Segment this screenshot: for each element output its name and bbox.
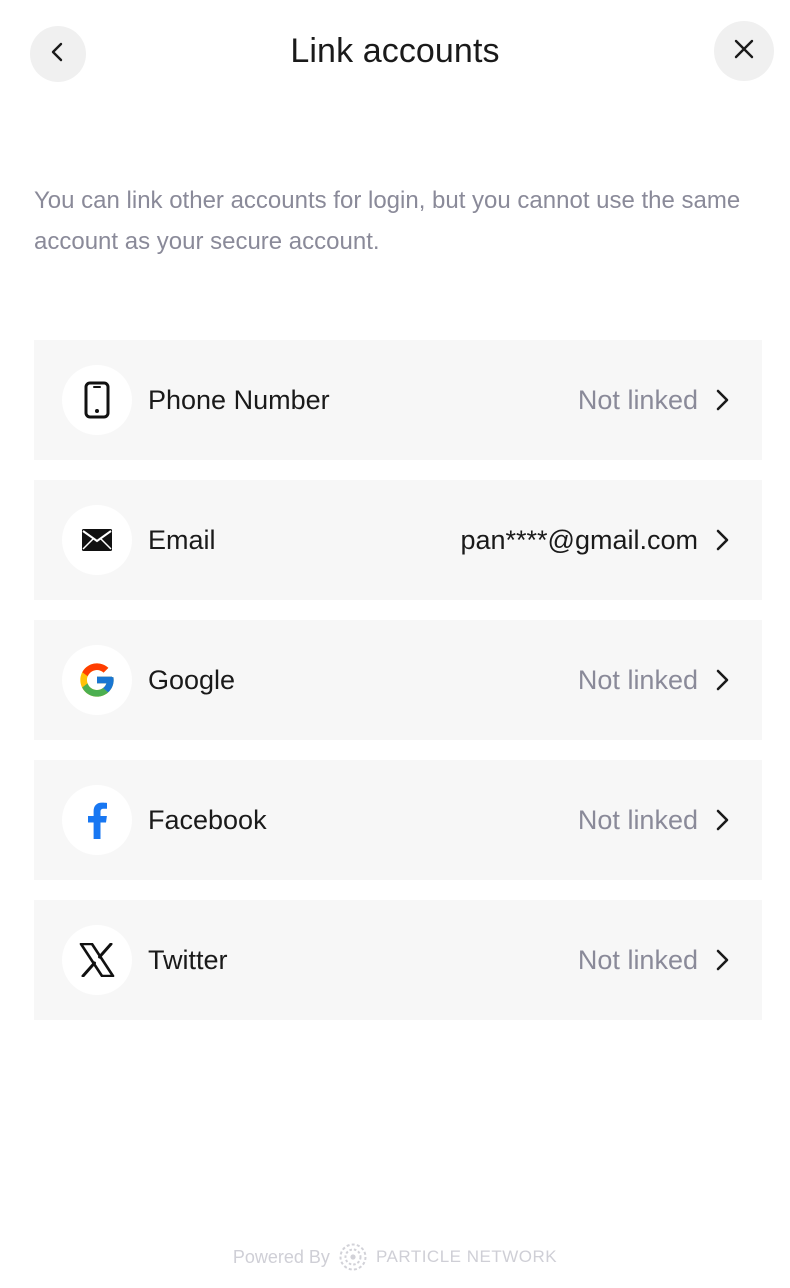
list-item-facebook[interactable]: Facebook Not linked <box>34 760 762 880</box>
account-label: Facebook <box>148 805 267 835</box>
list-item-email[interactable]: Email pan****@gmail.com <box>34 480 762 600</box>
account-label: Twitter <box>148 945 228 975</box>
list-item-twitter[interactable]: Twitter Not linked <box>34 900 762 1020</box>
account-label: Phone Number <box>148 385 330 415</box>
list-item-phone-number[interactable]: Phone Number Not linked <box>34 340 762 460</box>
phone-icon <box>62 365 132 435</box>
footer: Powered By PARTICLE NETWORK <box>0 1240 790 1274</box>
facebook-icon <box>62 785 132 855</box>
account-status: Not linked <box>577 805 698 835</box>
list-item-google[interactable]: Google Not linked <box>34 620 762 740</box>
powered-by-text: Powered By <box>232 1246 330 1267</box>
google-icon <box>62 645 132 715</box>
x-twitter-icon <box>62 925 132 995</box>
account-label: Email <box>148 525 216 555</box>
account-status: Not linked <box>577 385 698 415</box>
brand-name: PARTICLE NETWORK <box>375 1247 558 1266</box>
account-status: pan****@gmail.com <box>460 525 698 555</box>
chevron-right-icon <box>710 387 736 413</box>
link-accounts-page: Link accounts You can link other account… <box>0 0 790 1288</box>
close-button[interactable] <box>714 21 774 81</box>
account-status: Not linked <box>577 945 698 975</box>
account-label: Google <box>148 665 236 695</box>
account-status: Not linked <box>577 665 698 695</box>
chevron-right-icon <box>710 667 736 693</box>
email-icon <box>62 505 132 575</box>
header: Link accounts <box>0 0 790 110</box>
chevron-right-icon <box>710 527 736 553</box>
chevron-right-icon <box>710 807 736 833</box>
particle-network-logo <box>338 1242 368 1272</box>
close-icon <box>733 38 755 65</box>
chevron-right-icon <box>710 947 736 973</box>
account-list: Phone Number Not linked Email pan****@gm… <box>34 340 762 1040</box>
description-text: You can link other accounts for login, b… <box>34 187 741 255</box>
page-title: Link accounts <box>290 32 500 70</box>
